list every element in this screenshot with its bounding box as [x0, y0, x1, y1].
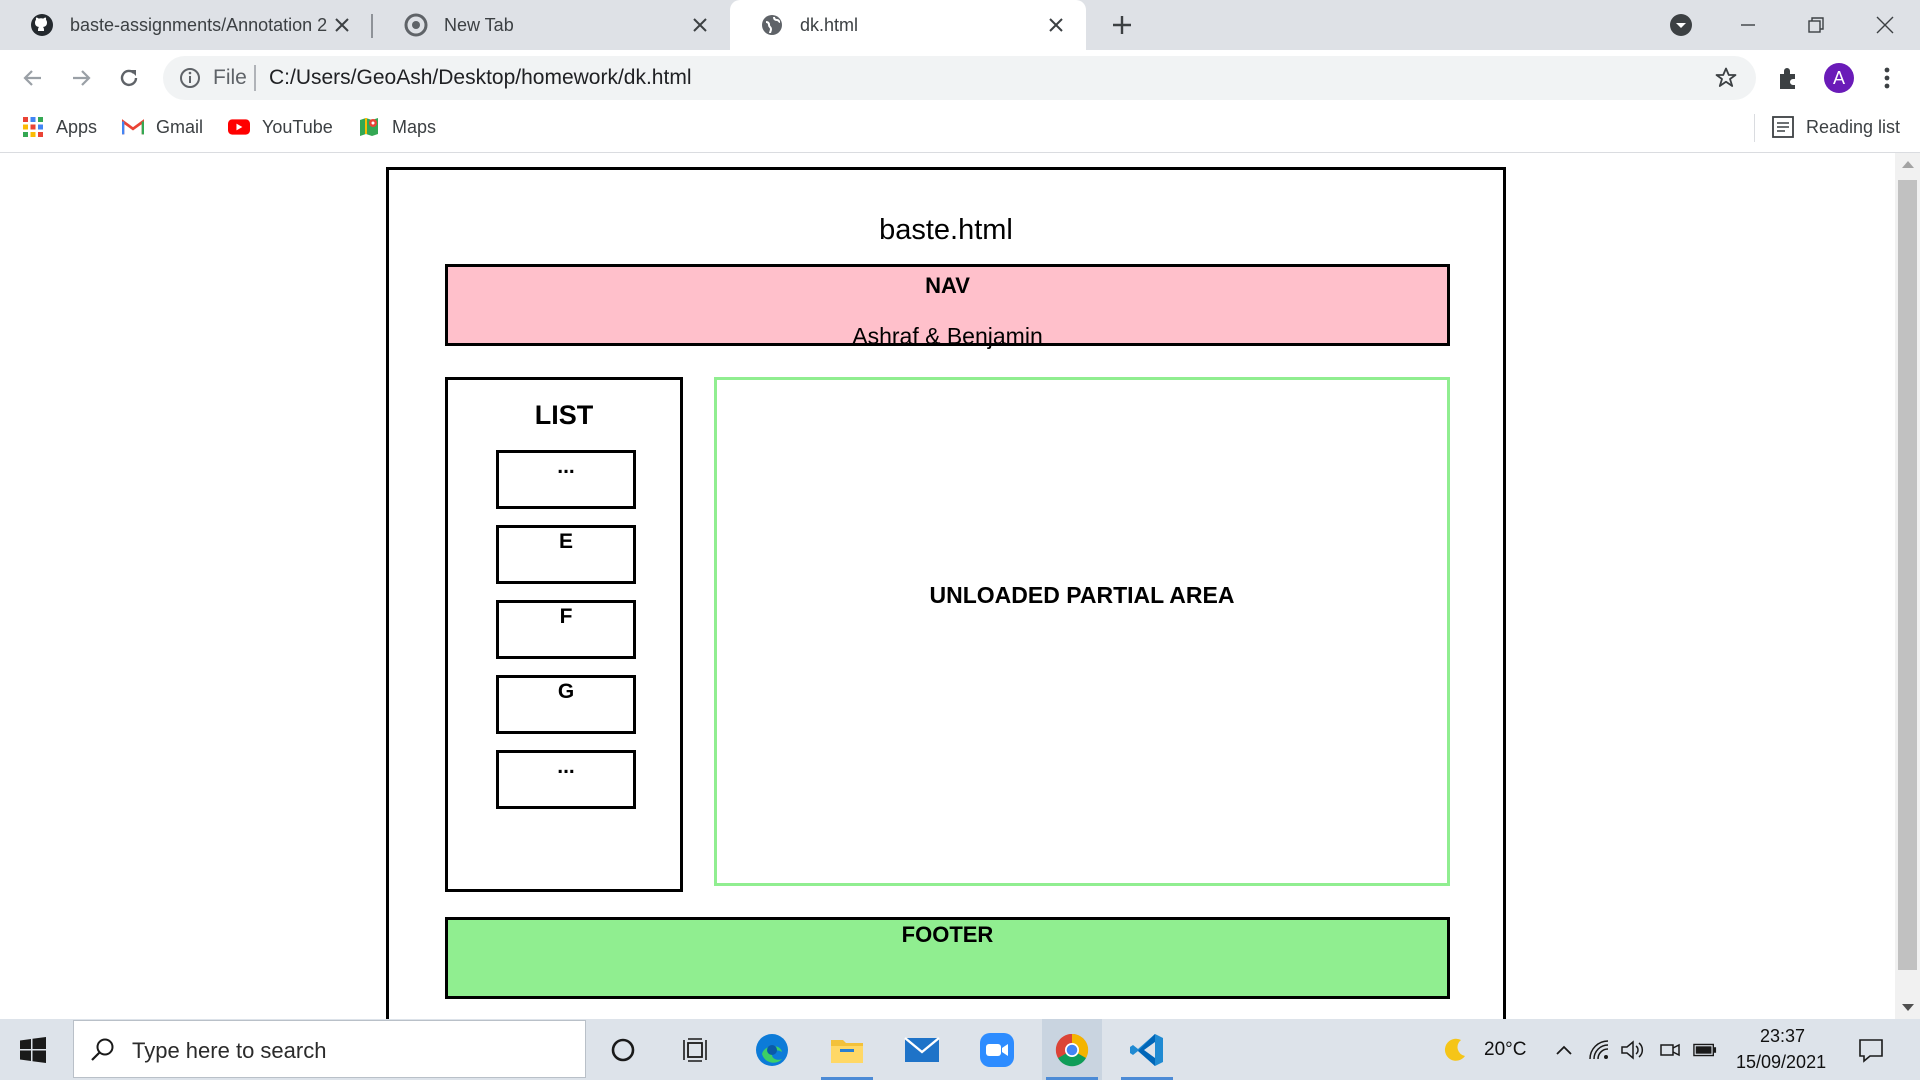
new-tab-button[interactable] — [1108, 11, 1136, 39]
nav-subtitle: Ashraf & Benjamin — [852, 323, 1043, 349]
close-window-button[interactable] — [1870, 10, 1900, 40]
youtube-icon — [228, 116, 250, 138]
vscode-icon[interactable] — [1117, 1019, 1177, 1080]
task-view-icon[interactable] — [666, 1019, 726, 1080]
chrome-icon[interactable] — [1042, 1019, 1102, 1080]
close-icon[interactable] — [1044, 13, 1068, 37]
close-icon[interactable] — [330, 13, 354, 37]
address-separator — [254, 65, 256, 91]
back-button[interactable] — [18, 63, 48, 93]
close-icon[interactable] — [688, 13, 712, 37]
footer-label: FOOTER — [901, 922, 994, 947]
weather-temperature[interactable]: 20°C — [1484, 1039, 1526, 1061]
tab-strip: baste-assignments/Annotation 2( New Tab … — [0, 0, 1920, 50]
tab-title: dk.html — [800, 14, 859, 35]
moon-icon[interactable] — [1440, 1035, 1470, 1065]
page-viewport: baste.html NAV Ashraf & Benjamin LIST ..… — [0, 153, 1895, 1019]
bookmark-label: YouTube — [262, 116, 333, 137]
edge-icon[interactable] — [742, 1019, 802, 1080]
list-title: LIST — [534, 400, 594, 430]
vertical-scrollbar[interactable] — [1895, 153, 1920, 1019]
notification-icon[interactable] — [1857, 1036, 1885, 1064]
nav-box: NAV Ashraf & Benjamin — [445, 264, 1450, 349]
tab-dk-html[interactable]: dk.html — [730, 0, 1086, 50]
nav-label: NAV — [925, 273, 970, 298]
chevron-up-icon[interactable] — [1552, 1038, 1576, 1062]
search-icon — [90, 1037, 116, 1063]
list-box: LIST ... E F G ... — [445, 377, 683, 892]
windows-start-icon[interactable] — [20, 1037, 46, 1063]
restore-button[interactable] — [1801, 10, 1831, 40]
address-bar[interactable]: File C:/Users/GeoAsh/Desktop/homework/dk… — [163, 56, 1756, 100]
chrome-icon — [404, 13, 428, 37]
bookmark-apps[interactable]: Apps — [22, 114, 97, 140]
gmail-icon — [122, 116, 144, 138]
scroll-down-arrow-icon[interactable] — [1902, 1004, 1914, 1011]
bookmark-label: Gmail — [156, 116, 204, 137]
reload-button[interactable] — [114, 63, 144, 93]
scheme-label: File — [213, 66, 247, 89]
tab-github[interactable]: baste-assignments/Annotation 2( — [0, 0, 372, 50]
partial-area-label: UNLOADED PARTIAL AREA — [929, 582, 1235, 608]
reading-list-icon — [1772, 116, 1794, 138]
tab-new-tab[interactable]: New Tab — [374, 0, 730, 50]
clock-time[interactable]: 23:37 — [1760, 1026, 1805, 1047]
mail-icon[interactable] — [892, 1019, 952, 1080]
cortana-icon[interactable] — [593, 1019, 653, 1080]
bookmark-star-icon[interactable] — [1714, 66, 1738, 90]
clock-date[interactable]: 15/09/2021 — [1736, 1052, 1826, 1073]
list-item: E — [496, 525, 636, 584]
file-explorer-icon[interactable] — [817, 1019, 877, 1080]
unloaded-partial-area: UNLOADED PARTIAL AREA — [714, 377, 1450, 886]
list-item: G — [496, 675, 636, 734]
avatar-initial: A — [1832, 67, 1845, 88]
meet-now-icon[interactable] — [1658, 1038, 1682, 1062]
footer-box: FOOTER — [445, 917, 1450, 999]
reading-list-button[interactable]: Reading list — [1772, 114, 1900, 140]
list-item: F — [496, 600, 636, 659]
url-text[interactable]: C:/Users/GeoAsh/Desktop/homework/dk.html — [269, 66, 691, 90]
maps-icon — [358, 116, 380, 138]
bookmark-label: Maps — [392, 116, 437, 137]
volume-icon[interactable] — [1620, 1038, 1644, 1062]
wifi-icon[interactable] — [1587, 1038, 1611, 1062]
bookmark-label: Apps — [56, 116, 98, 137]
profile-avatar[interactable]: A — [1824, 63, 1854, 93]
github-icon — [30, 13, 54, 37]
scroll-thumb[interactable] — [1898, 180, 1917, 970]
page-title: baste.html — [879, 214, 1013, 246]
bookmark-youtube[interactable]: YouTube — [228, 114, 333, 140]
tab-search-button[interactable] — [1666, 10, 1696, 40]
zoom-icon[interactable] — [967, 1019, 1027, 1080]
bookmarks-separator — [1754, 114, 1755, 142]
battery-icon[interactable] — [1693, 1038, 1717, 1062]
extensions-puzzle-icon[interactable] — [1776, 65, 1802, 91]
globe-icon — [760, 13, 784, 37]
tab-separator — [371, 14, 373, 38]
list-item: ... — [496, 450, 636, 509]
reading-list-label: Reading list — [1806, 116, 1901, 137]
bookmark-gmail[interactable]: Gmail — [122, 114, 203, 140]
info-icon[interactable] — [178, 66, 202, 90]
list-item: ... — [496, 750, 636, 809]
more-menu-icon[interactable] — [1875, 63, 1899, 93]
forward-button[interactable] — [66, 63, 96, 93]
minimize-button[interactable] — [1733, 10, 1763, 40]
windows-taskbar: Type here to search 20°C 23:37 15/09/202… — [0, 1019, 1920, 1080]
apps-grid-icon — [22, 116, 44, 138]
tab-title: New Tab — [444, 14, 514, 35]
tab-title: baste-assignments/Annotation 2( — [70, 14, 328, 35]
scroll-up-arrow-icon[interactable] — [1902, 161, 1914, 168]
search-placeholder: Type here to search — [132, 1038, 327, 1063]
taskbar-search-box[interactable]: Type here to search — [73, 1020, 586, 1078]
bookmark-maps[interactable]: Maps — [358, 114, 436, 140]
